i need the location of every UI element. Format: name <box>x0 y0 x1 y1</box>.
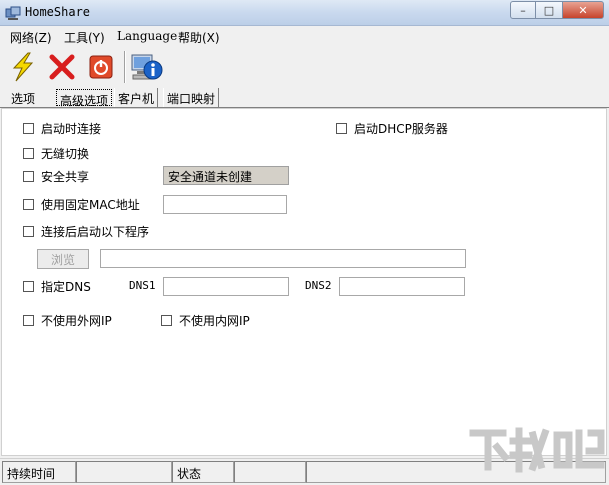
maximize-button[interactable]: □ <box>536 1 562 19</box>
maximize-icon: □ <box>543 3 555 17</box>
status-state-value <box>234 461 306 483</box>
status-duration-label: 持续时间 <box>2 461 76 483</box>
close-button[interactable]: ✕ <box>562 1 604 19</box>
mac-address-input[interactable] <box>163 195 287 214</box>
checkbox-box[interactable] <box>23 225 34 237</box>
power-icon <box>89 55 113 79</box>
browse-button[interactable]: 浏览 <box>37 249 89 269</box>
connect-button[interactable] <box>6 50 40 84</box>
no-internal-ip-label: 不使用内网IP <box>179 313 250 328</box>
status-duration-value <box>76 461 172 483</box>
stop-button[interactable] <box>45 50 79 84</box>
connect-on-start-label: 启动时连接 <box>41 121 102 136</box>
tab-clients[interactable]: 客户机 <box>114 88 159 107</box>
minimize-button[interactable]: – <box>510 1 536 19</box>
watermark-logo <box>467 425 607 475</box>
tab-port-mapping[interactable]: 端口映射 <box>163 88 220 107</box>
start-dhcp-label: 启动DHCP服务器 <box>354 121 448 136</box>
program-path-input[interactable] <box>100 249 466 268</box>
title-bar[interactable]: HomeShare – □ ✕ <box>0 0 609 26</box>
start-dhcp-checkbox[interactable]: 启动DHCP服务器 <box>336 120 448 136</box>
specify-dns-checkbox[interactable]: 指定DNS <box>23 278 91 294</box>
seamless-switch-checkbox[interactable]: 无缝切换 <box>23 145 89 161</box>
dns2-input[interactable] <box>339 277 465 296</box>
close-icon: ✕ <box>578 3 588 17</box>
specify-dns-label: 指定DNS <box>41 279 91 294</box>
dns1-label: DNS1 <box>129 279 156 292</box>
info-button[interactable] <box>130 50 164 84</box>
fixed-mac-checkbox[interactable]: 使用固定MAC地址 <box>23 196 140 212</box>
lightning-icon <box>12 52 34 82</box>
checkbox-box[interactable] <box>23 147 34 159</box>
checkbox-box[interactable] <box>23 122 34 134</box>
menu-tools[interactable]: 工具(Y) <box>64 29 105 46</box>
no-external-ip-checkbox[interactable]: 不使用外网IP <box>23 312 112 328</box>
seamless-switch-label: 无缝切换 <box>41 146 90 161</box>
menu-language[interactable]: Language <box>117 29 177 43</box>
checkbox-box[interactable] <box>23 170 34 182</box>
minimize-icon: – <box>520 3 526 17</box>
dns2-label: DNS2 <box>305 279 332 292</box>
checkbox-box[interactable] <box>23 314 34 326</box>
dns1-input[interactable] <box>163 277 289 296</box>
run-program-checkbox[interactable]: 连接后启动以下程序 <box>23 223 149 239</box>
secure-share-label: 安全共享 <box>41 169 90 184</box>
power-button[interactable] <box>84 50 118 84</box>
checkbox-box[interactable] <box>23 198 34 210</box>
tab-options[interactable]: 选项 <box>8 88 38 107</box>
menu-bar: 网络(Z) 工具(Y) Language 帮助(X) <box>0 26 609 46</box>
no-external-ip-label: 不使用外网IP <box>41 313 112 328</box>
connect-on-start-checkbox[interactable]: 启动时连接 <box>23 120 101 136</box>
checkbox-box[interactable] <box>161 314 172 326</box>
menu-network[interactable]: 网络(Z) <box>10 29 52 46</box>
toolbar-separator <box>124 51 126 83</box>
run-program-label: 连接后启动以下程序 <box>41 224 150 239</box>
computer-info-icon <box>131 54 163 80</box>
app-icon <box>5 5 21 21</box>
status-state-label: 状态 <box>172 461 234 483</box>
secure-share-checkbox[interactable]: 安全共享 <box>23 168 89 184</box>
toolbar <box>0 47 609 87</box>
red-x-icon <box>49 54 75 80</box>
tab-advanced-options[interactable]: 高级选项 <box>56 89 113 108</box>
fixed-mac-label: 使用固定MAC地址 <box>41 197 140 212</box>
no-internal-ip-checkbox[interactable]: 不使用内网IP <box>161 312 250 328</box>
advanced-options-panel: 启动时连接 启动DHCP服务器 无缝切换 安全共享 安全通道未创建 使用固定MA… <box>1 108 607 456</box>
menu-help[interactable]: 帮助(X) <box>178 29 220 46</box>
checkbox-box[interactable] <box>23 280 34 292</box>
secure-tunnel-status-field: 安全通道未创建 <box>163 166 289 185</box>
checkbox-box[interactable] <box>336 122 347 134</box>
tab-strip: 选项 高级选项 客户机 端口映射 <box>0 88 609 108</box>
window-title: HomeShare <box>25 5 91 19</box>
